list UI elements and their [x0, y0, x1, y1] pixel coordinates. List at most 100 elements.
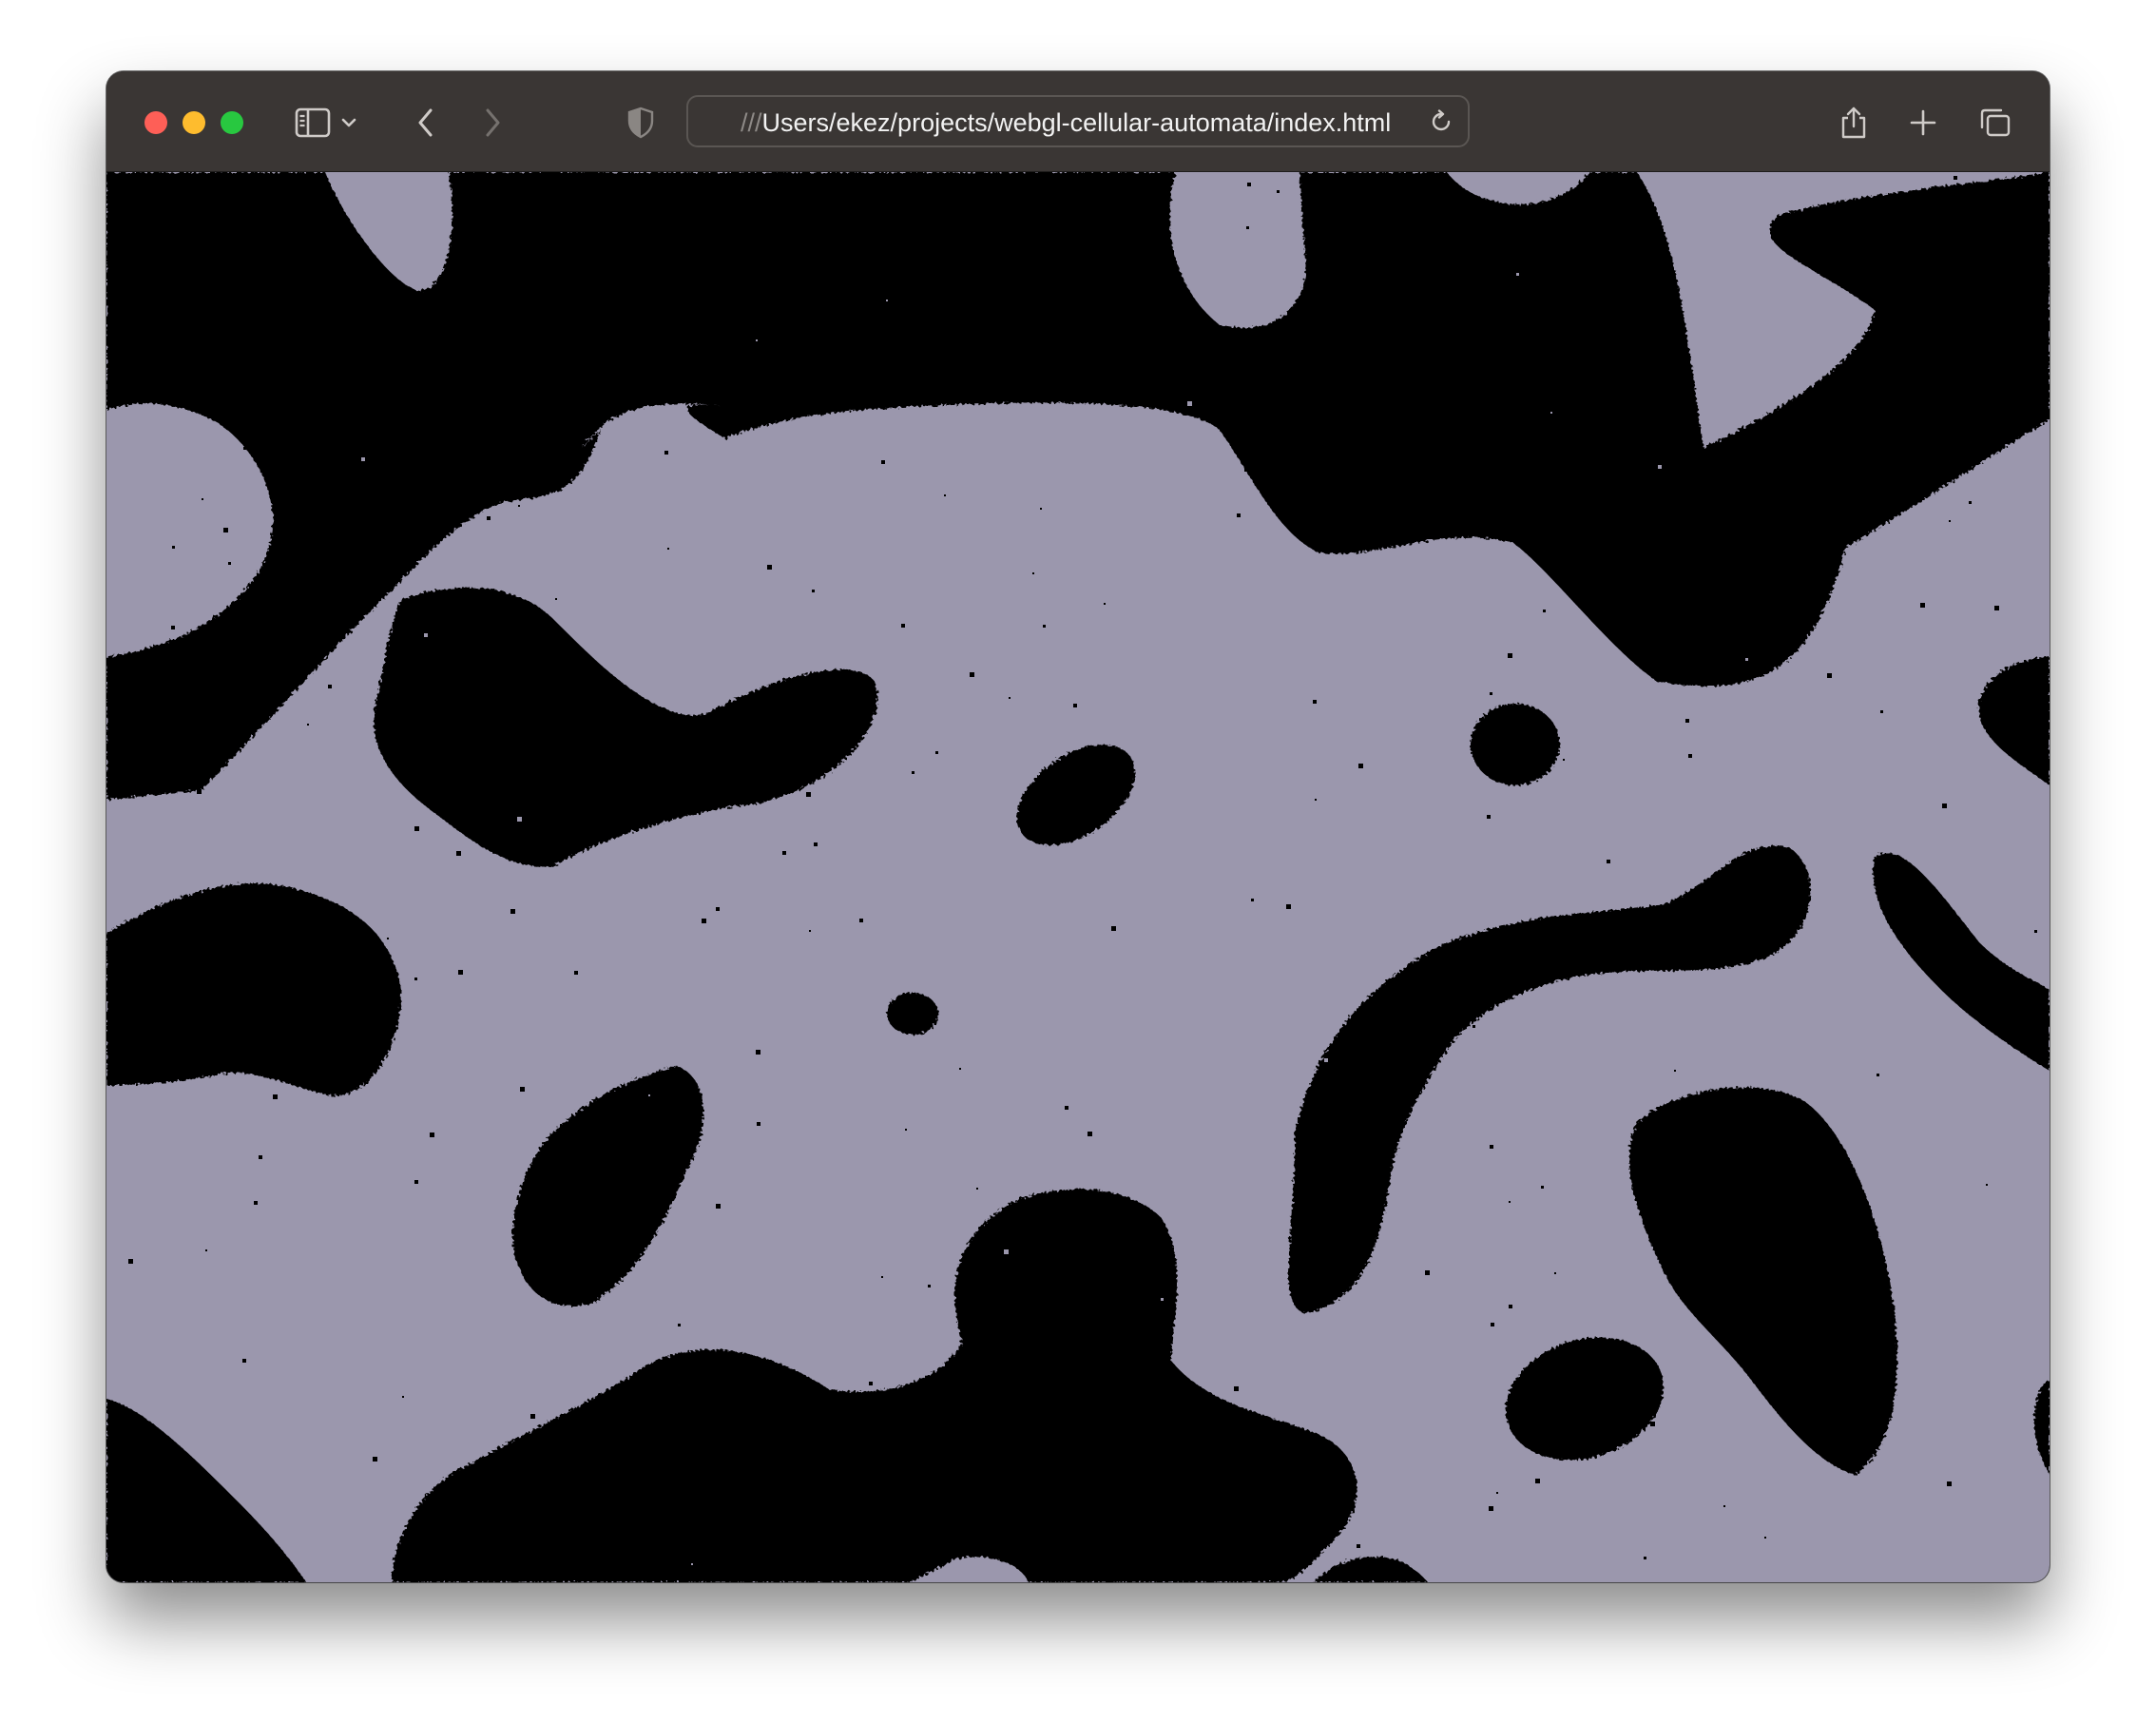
cell-speck [111, 365, 116, 370]
cell-speck [915, 304, 918, 307]
cell-speck [175, 774, 178, 777]
cell-speck [1949, 520, 1951, 522]
cell-speck [754, 235, 758, 239]
address-bar[interactable]: ///Users/ekez/projects/webgl-cellular-au… [686, 95, 1470, 147]
cell-speck [1237, 513, 1241, 517]
cell-speck [944, 494, 946, 496]
cell-speck [228, 562, 231, 565]
cell-speck [1043, 625, 1046, 628]
cell-speck [905, 1129, 907, 1131]
cell-speck [716, 907, 720, 911]
cell-speck [173, 649, 178, 654]
cell-speck [1986, 1184, 1988, 1186]
cell-speck [1192, 1493, 1197, 1498]
cell-speck [1942, 803, 1947, 808]
share-icon [1841, 106, 1866, 139]
cell-speck [664, 451, 668, 455]
cell-speck [716, 1204, 721, 1209]
forward-button[interactable] [468, 98, 517, 147]
cell-speck [1425, 1270, 1430, 1275]
cell-speck [901, 624, 905, 628]
webgl-canvas[interactable] [106, 172, 2050, 1582]
url-text[interactable]: ///Users/ekez/projects/webgl-cellular-au… [741, 108, 1411, 137]
cell-speck [1491, 1323, 1494, 1326]
cell-speck [368, 972, 373, 977]
cell-speck [121, 768, 123, 770]
cell-speck [130, 1001, 133, 1004]
cell-speck [1233, 1481, 1238, 1485]
minimize-window-button[interactable] [183, 111, 205, 134]
cell-speck [1148, 1520, 1151, 1522]
cell-speck [1405, 309, 1409, 313]
cell-speck [514, 363, 519, 368]
cell-speck [1487, 815, 1491, 819]
cell-speck [1913, 190, 1917, 195]
cell-speck [414, 1180, 418, 1184]
cell-speck [1187, 401, 1192, 406]
cell-speck [1288, 642, 1292, 646]
cell-speck [912, 771, 914, 774]
cell-speck [1509, 1201, 1511, 1203]
sidebar-menu-button[interactable] [335, 98, 363, 147]
browser-window: ///Users/ekez/projects/webgl-cellular-au… [106, 71, 2050, 1582]
cell-speck [976, 1188, 978, 1190]
cell-speck [1607, 860, 1610, 863]
cell-speck [1745, 624, 1749, 628]
tab-overview-button[interactable] [1971, 98, 2020, 147]
cell-speck [1277, 190, 1280, 193]
new-tab-button[interactable] [1898, 98, 1948, 147]
cell-speck [1317, 1202, 1321, 1207]
cell-speck [1473, 1025, 1475, 1028]
cell-speck [787, 749, 792, 754]
cell-speck [1827, 673, 1832, 678]
cell-speck [1161, 1298, 1164, 1301]
sidebar-toggle-button[interactable] [288, 98, 337, 147]
cell-speck [328, 685, 332, 688]
cell-speck [667, 548, 669, 550]
cell-speck [156, 1438, 158, 1440]
cell-speck [1688, 754, 1692, 758]
cell-speck [574, 971, 578, 975]
cell-speck [1688, 547, 1691, 550]
cell-speck [2034, 930, 2037, 933]
cell-speck [243, 447, 246, 450]
cell-speck [869, 1382, 873, 1385]
zoom-window-button[interactable] [221, 111, 243, 134]
cell-speck [361, 457, 365, 461]
tabs-icon [1980, 108, 2011, 137]
cell-speck [242, 1359, 246, 1363]
cell-speck [1490, 1145, 1493, 1149]
cell-speck [1563, 759, 1565, 761]
cell-speck [757, 1122, 760, 1126]
close-window-button[interactable] [144, 111, 167, 134]
back-button[interactable] [401, 98, 451, 147]
cell-speck [414, 826, 419, 831]
reload-button[interactable] [1426, 106, 1456, 137]
cell-speck [756, 339, 758, 341]
cell-speck [1954, 176, 1957, 180]
cell-speck [1251, 899, 1254, 901]
cell-speck [842, 1528, 844, 1530]
cell-speck [1658, 465, 1662, 469]
cell-speck [1531, 258, 1534, 261]
cell-speck [1298, 1136, 1300, 1139]
cell-speck [702, 919, 706, 923]
cell-speck [1009, 697, 1011, 699]
share-button[interactable] [1829, 98, 1878, 147]
cell-speck [1786, 1201, 1791, 1206]
cell-speck [1358, 764, 1363, 768]
privacy-report-button[interactable] [616, 98, 665, 147]
cell-speck [1906, 272, 1910, 276]
cell-speck [1554, 1272, 1556, 1274]
cell-speck [1357, 1544, 1360, 1548]
cell-speck [197, 630, 199, 632]
cell-speck [1716, 652, 1718, 654]
cell-speck [1324, 1058, 1328, 1062]
cell-speck [886, 300, 888, 301]
cell-speck [1490, 692, 1492, 695]
cell-speck [1065, 1106, 1068, 1110]
cell-speck [1134, 324, 1136, 326]
cell-speck [1205, 416, 1207, 418]
cell-speck [1036, 1291, 1038, 1293]
cell-speck [813, 261, 818, 266]
